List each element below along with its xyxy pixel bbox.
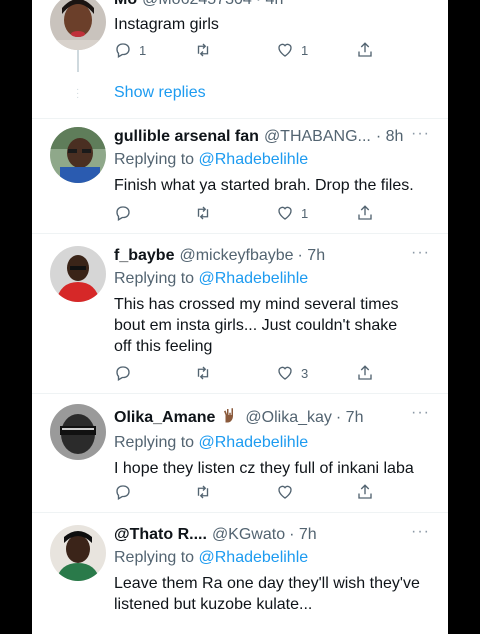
like-count: 3	[301, 365, 309, 381]
tweet-text: Leave them Ra one day they'll wish they'…	[114, 575, 420, 613]
reply-icon	[116, 43, 130, 58]
thread-line	[77, 50, 79, 72]
like-button[interactable]: 3	[276, 364, 308, 382]
reply-icon	[116, 485, 130, 500]
replying-to-label: Replying to	[114, 270, 195, 287]
tweet-gullible-arsenal-fan[interactable]: gullible arsenal fan @THABANG... · 8h ··…	[32, 119, 448, 229]
author-name[interactable]: gullible arsenal fan	[114, 127, 259, 147]
timeline: Mo @Mo62457304 · 4h ··· Instagram girls …	[32, 0, 448, 634]
like-button[interactable]: 1	[276, 204, 308, 222]
tweet-time[interactable]: · 8h	[376, 127, 404, 147]
share-button[interactable]	[356, 483, 374, 501]
tweet-text: Finish what ya started brah. Drop the fi…	[114, 177, 414, 194]
tweet-thato-r[interactable]: @Thato R.... @KGwato · 7h ··· Replying t…	[32, 513, 448, 634]
author-name[interactable]: @Thato R....	[114, 525, 207, 545]
heart-icon	[278, 206, 292, 220]
mention-link[interactable]: @Rhadebelihle	[199, 434, 309, 451]
more-options-icon[interactable]: ···	[411, 244, 430, 262]
avatar[interactable]	[50, 0, 106, 50]
tweet-time[interactable]: · 7h	[336, 408, 364, 428]
reply-icon	[116, 366, 130, 381]
reply-button[interactable]	[114, 204, 132, 222]
tweet-time[interactable]: · 7h	[298, 246, 326, 266]
like-count: 1	[301, 205, 309, 221]
share-icon	[358, 205, 372, 220]
retweet-button[interactable]	[194, 364, 212, 382]
replying-to: Replying to @Rhadebelihle	[114, 548, 434, 568]
retweet-button[interactable]	[194, 41, 212, 59]
author-handle[interactable]: @Olika_kay	[245, 408, 332, 428]
avatar[interactable]	[50, 525, 106, 581]
tweet-time[interactable]: · 4h	[256, 0, 284, 10]
mention-link[interactable]: @Rhadebelihle	[199, 549, 309, 566]
avatar[interactable]	[50, 127, 106, 183]
more-options-icon[interactable]: ···	[411, 0, 430, 6]
reply-button[interactable]: 1	[114, 41, 146, 59]
share-button[interactable]	[356, 204, 374, 222]
retweet-icon	[197, 206, 209, 220]
share-button[interactable]	[356, 364, 374, 382]
retweet-icon	[197, 43, 209, 57]
tweet-actions: 1	[114, 203, 404, 223]
reply-count: 1	[139, 42, 147, 58]
author-handle[interactable]: @mickeyfbaybe	[179, 246, 293, 266]
replying-to-label: Replying to	[114, 434, 195, 451]
tweet-text: Instagram girls	[114, 16, 219, 33]
replying-to: Replying to @Rhadebelihle	[114, 433, 434, 453]
tweet-actions: 3	[114, 363, 404, 383]
share-icon	[358, 484, 372, 499]
retweet-button[interactable]	[194, 204, 212, 222]
thread-dots-icon: · · ·	[76, 84, 80, 103]
tweet-mo[interactable]: Mo @Mo62457304 · 4h ··· Instagram girls …	[32, 0, 448, 118]
like-button[interactable]	[276, 483, 294, 501]
tweet-text: This has crossed my mind several times b…	[114, 296, 399, 355]
tweet-actions: 1 1	[114, 40, 404, 60]
mention-link[interactable]: @Rhadebelihle	[199, 270, 309, 287]
tweet-actions	[114, 482, 404, 502]
replying-to: Replying to @Rhadebelihle	[114, 269, 434, 289]
reply-button[interactable]	[114, 364, 132, 382]
share-button[interactable]	[356, 41, 374, 59]
rock-on-hand-icon	[221, 406, 239, 430]
more-options-icon[interactable]: ···	[411, 404, 430, 422]
replying-to-label: Replying to	[114, 549, 195, 566]
share-icon	[358, 42, 372, 57]
author-handle[interactable]: @THABANG...	[264, 127, 371, 147]
like-button[interactable]: 1	[276, 41, 308, 59]
tweet-olika-amane[interactable]: Olika_Amane @Olika_kay · 7h ··· Replying…	[32, 394, 448, 512]
heart-icon	[278, 366, 292, 380]
retweet-button[interactable]	[194, 483, 212, 501]
author-name[interactable]: Olika_Amane	[114, 408, 215, 428]
reply-button[interactable]	[114, 483, 132, 501]
author-name[interactable]: Mo	[114, 0, 137, 10]
author-name[interactable]: f_baybe	[114, 246, 174, 266]
heart-icon	[278, 43, 292, 57]
tweet-text: I hope they listen cz they full of inkan…	[114, 460, 414, 477]
author-handle[interactable]: @Mo62457304	[142, 0, 252, 10]
more-options-icon[interactable]: ···	[411, 523, 430, 541]
replying-to: Replying to @Rhadebelihle	[114, 150, 434, 170]
tweet-f-baybe[interactable]: f_baybe @mickeyfbaybe · 7h ··· Replying …	[32, 234, 448, 394]
like-count: 1	[301, 42, 309, 58]
reply-icon	[116, 206, 130, 221]
heart-icon	[278, 485, 292, 499]
mention-link[interactable]: @Rhadebelihle	[199, 151, 309, 168]
show-replies-link[interactable]: Show replies	[114, 84, 206, 102]
avatar[interactable]	[50, 246, 106, 302]
avatar[interactable]	[50, 404, 106, 460]
tweet-time[interactable]: · 7h	[289, 525, 317, 545]
retweet-icon	[197, 366, 209, 380]
more-options-icon[interactable]: ···	[411, 125, 430, 143]
retweet-icon	[197, 485, 209, 499]
share-icon	[358, 365, 372, 380]
author-handle[interactable]: @KGwato	[212, 525, 285, 545]
replying-to-label: Replying to	[114, 151, 195, 168]
